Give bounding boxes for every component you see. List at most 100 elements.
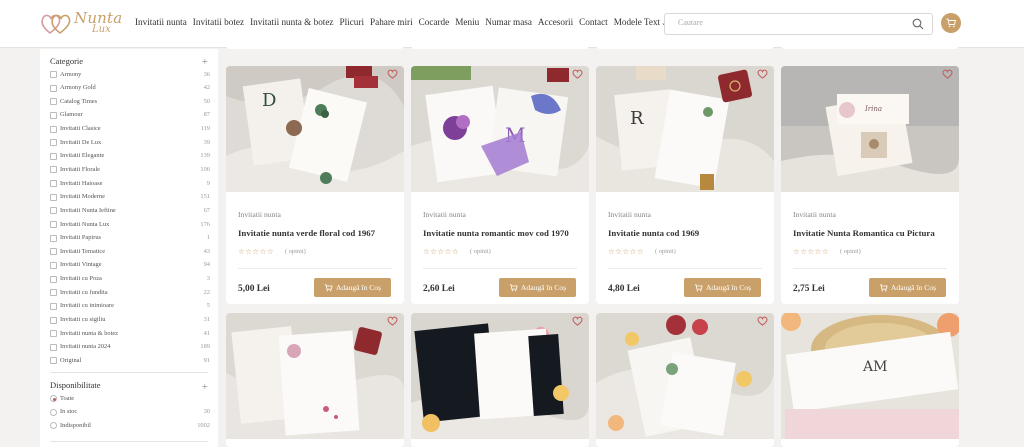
nav-contact[interactable]: Contact bbox=[579, 17, 608, 27]
product-title[interactable]: Invitatie nunta verde floral cod 1967 bbox=[238, 228, 375, 238]
nav-meniu[interactable]: Meniu bbox=[455, 17, 479, 27]
add-to-cart-button[interactable]: Adaugă în Coș bbox=[499, 278, 576, 297]
checkbox[interactable] bbox=[50, 302, 57, 310]
product-card[interactable]: R Invitatii nunta Invitatie nunta cod 19… bbox=[596, 66, 774, 304]
product-card[interactable]: M Invitatii nunta Invitatie nunta romant… bbox=[411, 66, 589, 304]
plus-icon[interactable]: + bbox=[202, 382, 208, 393]
heart-icon[interactable] bbox=[572, 316, 583, 326]
product-image[interactable] bbox=[596, 313, 774, 439]
add-to-cart-button[interactable]: Adaugă în Coș bbox=[869, 278, 946, 297]
category-invitatii-cu-fundita[interactable]: Invitatii cu fundita 22 bbox=[50, 287, 210, 301]
category-invitatii-cu-poza[interactable]: Invitatii cu Poza 3 bbox=[50, 274, 210, 288]
product-category[interactable]: Invitatii nunta bbox=[423, 210, 466, 219]
heart-icon[interactable] bbox=[387, 69, 398, 79]
checkbox[interactable] bbox=[50, 111, 57, 119]
search-icon[interactable] bbox=[912, 18, 924, 30]
product-title[interactable]: Invitatie nunta romantic mov cod 1970 bbox=[423, 228, 569, 238]
product-category[interactable]: Invitatii nunta bbox=[608, 210, 651, 219]
checkbox[interactable] bbox=[50, 343, 57, 351]
checkbox[interactable] bbox=[50, 234, 57, 242]
checkbox[interactable] bbox=[50, 193, 57, 201]
product-image[interactable]: D bbox=[226, 66, 404, 192]
product-category[interactable]: Invitatii nunta bbox=[793, 210, 836, 219]
checkbox[interactable] bbox=[50, 221, 57, 229]
add-to-cart-button[interactable]: Adaugă în Coș bbox=[684, 278, 761, 297]
nav-modele-text[interactable]: Modele Text⌄ bbox=[614, 17, 667, 27]
logo[interactable]: Nunta Lux bbox=[40, 9, 122, 38]
product-image[interactable]: Irina bbox=[781, 66, 959, 192]
radio-selected[interactable] bbox=[50, 395, 57, 402]
heart-icon[interactable] bbox=[572, 69, 583, 79]
radio[interactable] bbox=[50, 422, 57, 429]
product-card[interactable] bbox=[226, 313, 404, 447]
checkbox[interactable] bbox=[50, 207, 57, 215]
product-title[interactable]: Invitatie nunta cod 1969 bbox=[608, 228, 699, 238]
category-invitatii-florale[interactable]: Invitatii Florale 106 bbox=[50, 164, 210, 178]
category-invitatii-de-lux[interactable]: Invitatii De Lux 39 bbox=[50, 137, 210, 151]
category-original[interactable]: Original 91 bbox=[50, 355, 210, 369]
product-image[interactable] bbox=[226, 313, 404, 439]
product-card[interactable]: Irina Invitatii nunta Invitatie Nunta Ro… bbox=[781, 66, 959, 304]
nav-invitatii-nunta[interactable]: Invitatii nunta bbox=[135, 17, 187, 27]
category-invitatii-vintage[interactable]: Invitatii Vintage 94 bbox=[50, 260, 210, 274]
radio[interactable] bbox=[50, 408, 57, 416]
category-invitatii-nunta-ieftine[interactable]: Invitatii Nunta Ieftine 67 bbox=[50, 205, 210, 219]
category-invitatii-clasice[interactable]: Invitatii Clasice 119 bbox=[50, 124, 210, 138]
category-armony[interactable]: Armony 36 bbox=[50, 69, 210, 83]
product-card[interactable]: D Invitatii nunta Invitatie nunta verde … bbox=[226, 66, 404, 304]
nav-numar-masa[interactable]: Numar masa bbox=[485, 17, 532, 27]
checkbox[interactable] bbox=[50, 180, 57, 188]
heart-icon[interactable] bbox=[387, 316, 398, 326]
checkbox[interactable] bbox=[50, 261, 57, 269]
checkbox[interactable] bbox=[50, 357, 57, 365]
heart-icon[interactable] bbox=[757, 316, 768, 326]
checkbox[interactable] bbox=[50, 152, 57, 160]
category-invitatii-nunta-2024[interactable]: Invitatii nunta 2024 189 bbox=[50, 342, 210, 356]
category-invitatii-tematice[interactable]: Invitatii Tematice 43 bbox=[50, 246, 210, 260]
category-invitatii-cu-sigiliu[interactable]: Invitatii cu sigiliu 31 bbox=[50, 315, 210, 329]
nav-accesorii[interactable]: Accesorii bbox=[538, 17, 573, 27]
heart-icon[interactable] bbox=[757, 69, 768, 79]
category-invitatii-haioase[interactable]: Invitatii Haioase 9 bbox=[50, 178, 210, 192]
product-card[interactable] bbox=[411, 313, 589, 447]
category-armony-gold[interactable]: Armony Gold 42 bbox=[50, 83, 210, 97]
availability-all[interactable]: Toate bbox=[50, 393, 210, 407]
product-card[interactable]: AM bbox=[781, 313, 959, 447]
category-invitatii-elegante[interactable]: Invitatii Elegante 139 bbox=[50, 151, 210, 165]
category-invitatii-cu-inimioare[interactable]: Invitatii cu inimioare 5 bbox=[50, 301, 210, 315]
nav-plicuri[interactable]: Plicuri bbox=[340, 17, 365, 27]
cart-button[interactable] bbox=[941, 13, 961, 33]
checkbox[interactable] bbox=[50, 71, 57, 78]
nav-invitatii-nunta-botez[interactable]: Invitatii nunta & botez bbox=[250, 17, 333, 27]
heart-icon[interactable] bbox=[942, 69, 953, 79]
product-title[interactable]: Invitatie Nunta Romantica cu Pictura bbox=[793, 228, 935, 238]
category-invitatii-nunta-lux[interactable]: Invitatii Nunta Lux 176 bbox=[50, 219, 210, 233]
checkbox[interactable] bbox=[50, 84, 57, 92]
product-image[interactable]: AM bbox=[781, 313, 959, 439]
category-invitatii-papirus[interactable]: Invitatii Papirus 1 bbox=[50, 233, 210, 247]
availability-in-stock[interactable]: In stoc 30 bbox=[50, 407, 210, 421]
checkbox[interactable] bbox=[50, 330, 57, 338]
category-invitatii-nunta-botez[interactable]: Invitatii nunta & botez 41 bbox=[50, 328, 210, 342]
checkbox[interactable] bbox=[50, 275, 57, 283]
category-invitatii-moderne[interactable]: Invitatii Moderne 151 bbox=[50, 192, 210, 206]
availability-unavailable[interactable]: Indisponibil 1002 bbox=[50, 420, 210, 434]
checkbox[interactable] bbox=[50, 166, 57, 174]
checkbox[interactable] bbox=[50, 98, 57, 106]
nav-invitatii-botez[interactable]: Invitatii botez bbox=[193, 17, 244, 27]
checkbox[interactable] bbox=[50, 125, 57, 133]
product-image[interactable]: M bbox=[411, 66, 589, 192]
add-to-cart-button[interactable]: Adaugă în Coș bbox=[314, 278, 391, 297]
product-card[interactable] bbox=[596, 313, 774, 447]
product-category[interactable]: Invitatii nunta bbox=[238, 210, 281, 219]
product-image[interactable]: R bbox=[596, 66, 774, 192]
nav-cocarde[interactable]: Cocarde bbox=[419, 17, 450, 27]
category-glamour[interactable]: Glamour 87 bbox=[50, 110, 210, 124]
checkbox[interactable] bbox=[50, 316, 57, 324]
product-image[interactable] bbox=[411, 313, 589, 439]
checkbox[interactable] bbox=[50, 289, 57, 297]
checkbox[interactable] bbox=[50, 248, 57, 256]
category-catalog-times[interactable]: Catalog Times 50 bbox=[50, 96, 210, 110]
checkbox[interactable] bbox=[50, 139, 57, 147]
plus-icon[interactable]: + bbox=[202, 57, 208, 68]
